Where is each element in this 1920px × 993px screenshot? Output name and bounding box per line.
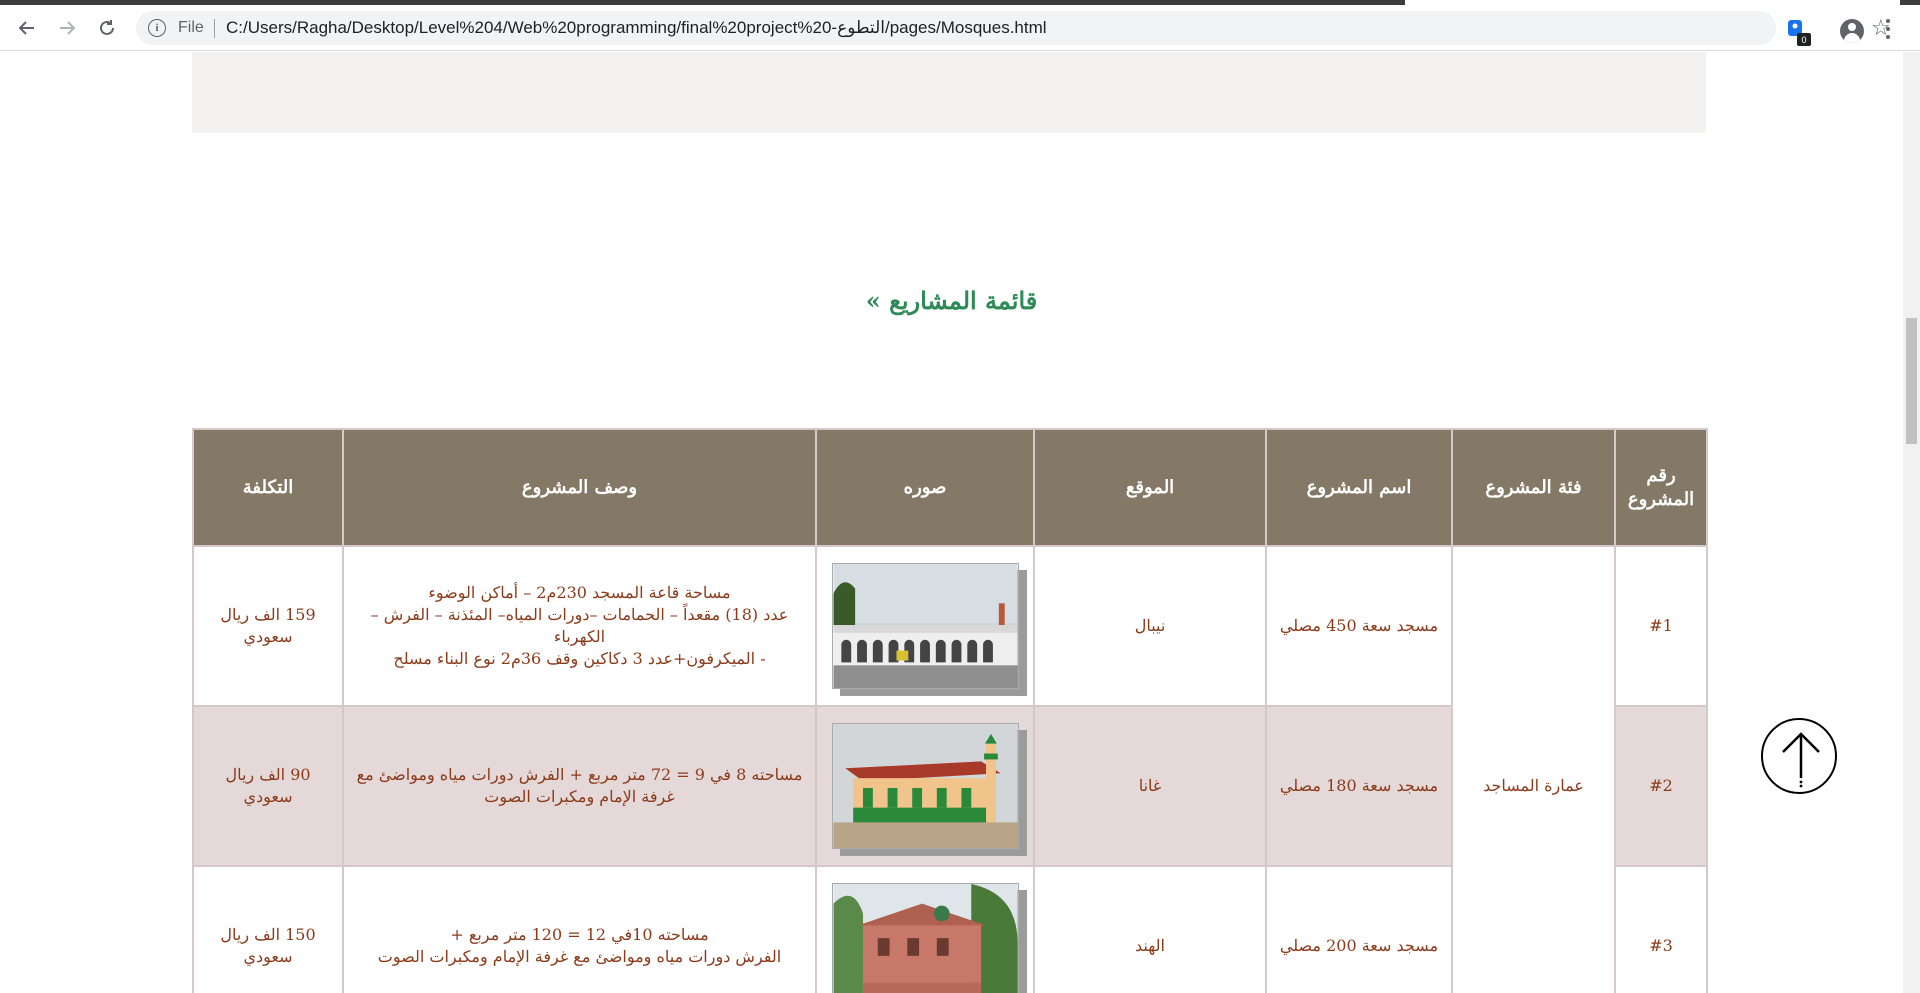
arrow-up-icon	[1782, 732, 1820, 788]
projects-table: رقم المشروع فئة المشروع اسم المشروع المو…	[192, 428, 1708, 993]
url-scheme: File	[178, 19, 204, 36]
mosque-photo-nepal	[831, 563, 1019, 689]
url-separator	[214, 19, 215, 38]
cell-image	[815, 545, 1035, 707]
section-title: قائمة المشاريع »	[865, 286, 1038, 315]
header-location: الموقع	[1033, 428, 1267, 547]
cell-number: #3	[1614, 865, 1708, 993]
cell-description: مساحة قاعة المسجد 230م2 – أماكن الوضوء ع…	[342, 545, 817, 707]
cell-location: الهند	[1033, 865, 1267, 993]
cell-cost: 159 الف ريال سعودي	[192, 545, 344, 707]
header-image: صوره	[815, 428, 1035, 547]
back-icon[interactable]	[12, 13, 42, 43]
mosque-photo-india	[831, 883, 1019, 993]
header-description: وصف المشروع	[342, 428, 817, 547]
forward-icon[interactable]	[52, 13, 82, 43]
page-content: قائمة المشاريع » رقم المشروع فئة المشروع…	[0, 52, 1903, 993]
cell-image	[815, 705, 1035, 867]
cell-cost: 150 الف ريال سعودي	[192, 865, 344, 993]
header-category: فئة المشروع	[1451, 428, 1616, 547]
cell-description: مساحته 10في 12 = 120 متر مربع + الفرش دو…	[342, 865, 817, 993]
address-bar[interactable]: i File C:/Users/Ragha/Desktop/Level%204/…	[136, 11, 1891, 45]
cell-number: #2	[1614, 705, 1708, 867]
scroll-to-top-button[interactable]	[1761, 718, 1837, 794]
browser-toolbar: i File C:/Users/Ragha/Desktop/Level%204/…	[0, 5, 1920, 51]
scrollbar-thumb[interactable]	[1906, 318, 1917, 444]
cell-name: مسجد سعة 450 مصلي	[1265, 545, 1453, 707]
cell-category: عمارة المساجد	[1451, 545, 1616, 993]
cell-description: مساحته 8 في 9 = 72 متر مربع + الفرش دورا…	[342, 705, 817, 867]
cell-location: غانا	[1033, 705, 1267, 867]
header-cost: التكلفة	[192, 428, 344, 547]
gray-panel	[192, 52, 1706, 133]
cell-number: #1	[1614, 545, 1708, 707]
cell-cost: 90 الف ريال سعودي	[192, 705, 344, 867]
profile-avatar-icon[interactable]	[1840, 19, 1864, 43]
vertical-scrollbar[interactable]	[1903, 52, 1920, 993]
menu-kebab-icon[interactable]	[1886, 19, 1890, 39]
cell-location: نيبال	[1033, 545, 1267, 707]
url-text[interactable]: C:/Users/Ragha/Desktop/Level%204/Web%20p…	[226, 18, 1047, 38]
reload-icon[interactable]	[92, 13, 122, 43]
table-row: #1 عمارة المساجد مسجد سعة 450 مصلي نيبال	[192, 545, 1708, 993]
cell-name: مسجد سعة 200 مصلي	[1265, 865, 1453, 993]
mosque-photo-ghana	[831, 723, 1019, 849]
extension-badge: 0	[1797, 33, 1811, 46]
header-number: رقم المشروع	[1614, 428, 1708, 547]
table-header-row: رقم المشروع فئة المشروع اسم المشروع المو…	[192, 428, 1708, 547]
info-icon[interactable]: i	[148, 19, 166, 37]
header-name: اسم المشروع	[1265, 428, 1453, 547]
cell-name: مسجد سعة 180 مصلي	[1265, 705, 1453, 867]
cell-image	[815, 865, 1035, 993]
